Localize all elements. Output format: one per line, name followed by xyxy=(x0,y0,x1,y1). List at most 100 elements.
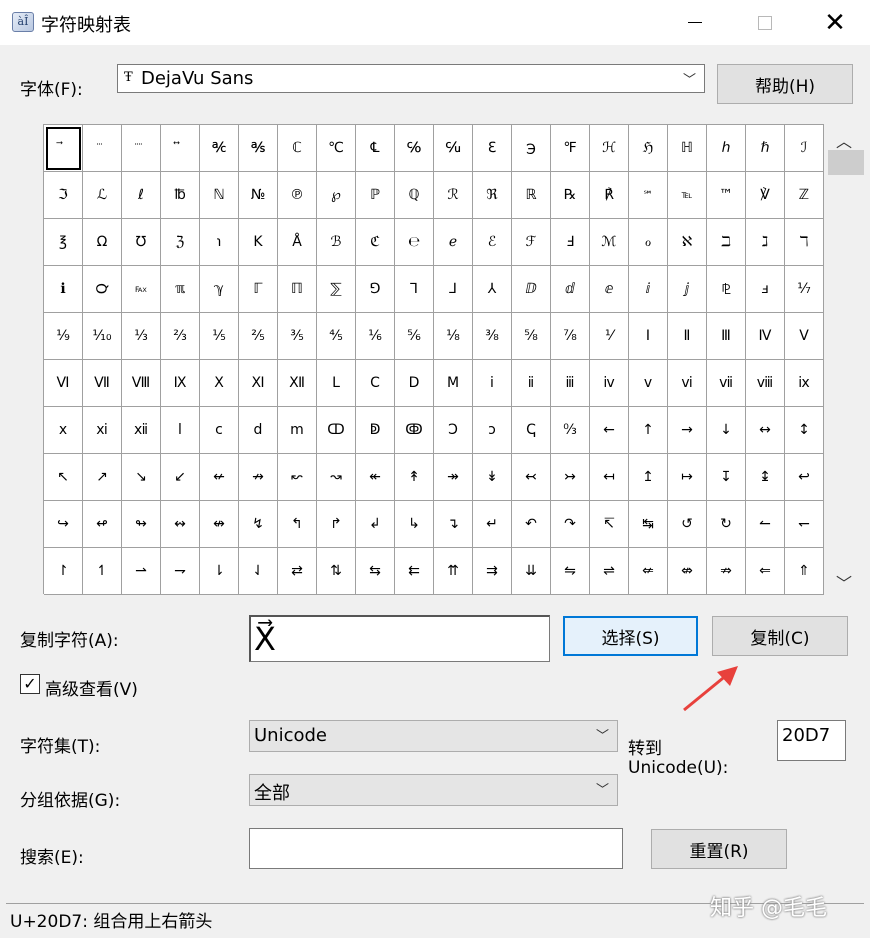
char-cell[interactable]: ℞ xyxy=(551,172,590,219)
char-cell[interactable]: ⅸ xyxy=(785,360,824,407)
char-cell[interactable]: ↖ xyxy=(44,454,83,501)
char-cell[interactable]: ℱ xyxy=(512,219,551,266)
char-cell[interactable]: ℅ xyxy=(395,125,434,172)
char-cell[interactable]: ⅿ xyxy=(278,407,317,454)
char-cell[interactable]: ↻ xyxy=(707,501,746,548)
char-cell[interactable]: ⅘ xyxy=(317,313,356,360)
char-cell[interactable]: ⅅ xyxy=(512,266,551,313)
char-cell[interactable]: Ⅶ xyxy=(83,360,122,407)
char-cell[interactable]: ℤ xyxy=(785,172,824,219)
char-cell[interactable]: ⇈ xyxy=(434,548,473,595)
char-cell[interactable]: ⇑ xyxy=(785,548,824,595)
select-button[interactable]: 选择(S) xyxy=(563,616,698,656)
char-cell[interactable]: ⅽ xyxy=(200,407,239,454)
char-cell[interactable]: ⅛ xyxy=(434,313,473,360)
char-cell[interactable]: ⇎ xyxy=(668,548,707,595)
char-cell[interactable]: Ⅹ xyxy=(200,360,239,407)
font-dropdown[interactable]: Ŧ DejaVu Sans ﹀ xyxy=(117,64,705,93)
char-cell[interactable]: ℄ xyxy=(356,125,395,172)
char-cell[interactable]: ℂ xyxy=(278,125,317,172)
char-cell[interactable]: ⇉ xyxy=(473,548,512,595)
char-cell[interactable]: ↟ xyxy=(395,454,434,501)
char-cell[interactable]: ℀ xyxy=(200,125,239,172)
char-cell[interactable]: ⃜ xyxy=(122,125,161,172)
char-cell[interactable]: ⅷ xyxy=(746,360,785,407)
char-cell[interactable]: ⅱ xyxy=(512,360,551,407)
char-cell[interactable]: Å xyxy=(278,219,317,266)
char-cell[interactable]: ↓ xyxy=(707,407,746,454)
char-cell[interactable]: ℧ xyxy=(122,219,161,266)
char-cell[interactable]: ℷ xyxy=(746,219,785,266)
char-cell[interactable]: ⇇ xyxy=(395,548,434,595)
char-cell[interactable]: ℔ xyxy=(161,172,200,219)
char-cell[interactable]: ℻ xyxy=(122,266,161,313)
close-button[interactable]: ✕ xyxy=(800,0,870,45)
char-cell[interactable]: ↣ xyxy=(551,454,590,501)
char-cell[interactable]: ⅓ xyxy=(122,313,161,360)
char-cell[interactable]: ℠ xyxy=(629,172,668,219)
char-cell[interactable]: ↚ xyxy=(200,454,239,501)
char-cell[interactable]: ℭ xyxy=(356,219,395,266)
char-cell[interactable]: Ⅴ xyxy=(785,313,824,360)
char-cell[interactable]: ℒ xyxy=(83,172,122,219)
char-cell[interactable]: ⅁ xyxy=(356,266,395,313)
char-cell[interactable]: ⇏ xyxy=(707,548,746,595)
char-cell[interactable]: ℩ xyxy=(200,219,239,266)
char-cell[interactable]: ⇌ xyxy=(590,548,629,595)
char-cell[interactable]: ⅰ xyxy=(473,360,512,407)
group-by-dropdown[interactable]: 全部 ﹀ xyxy=(249,774,618,806)
char-cell[interactable]: ⅵ xyxy=(668,360,707,407)
char-cell[interactable]: Ω xyxy=(83,219,122,266)
char-cell[interactable]: ℐ xyxy=(785,125,824,172)
char-cell[interactable]: ⅇ xyxy=(590,266,629,313)
char-cell[interactable]: ℟ xyxy=(590,172,629,219)
char-cell[interactable]: ↺ xyxy=(668,501,707,548)
char-cell[interactable]: ℳ xyxy=(590,219,629,266)
char-cell[interactable]: ⇋ xyxy=(551,548,590,595)
char-cell[interactable]: ⇄ xyxy=(278,548,317,595)
char-cell[interactable]: ↔ xyxy=(746,407,785,454)
char-cell[interactable]: ↉ xyxy=(551,407,590,454)
charset-dropdown[interactable]: Unicode ﹀ xyxy=(249,720,618,752)
char-cell[interactable]: Ↄ xyxy=(434,407,473,454)
char-cell[interactable]: ℘ xyxy=(317,172,356,219)
char-cell[interactable]: ↼ xyxy=(746,501,785,548)
char-cell[interactable]: Ⅻ xyxy=(278,360,317,407)
char-cell[interactable]: ℵ xyxy=(668,219,707,266)
char-cell[interactable]: ⇁ xyxy=(161,548,200,595)
char-cell[interactable]: ⅺ xyxy=(83,407,122,454)
help-button[interactable]: 帮助(H) xyxy=(717,64,853,104)
char-cell[interactable]: ℋ xyxy=(590,125,629,172)
char-cell[interactable]: ↸ xyxy=(590,501,629,548)
char-cell[interactable]: ⅈ xyxy=(629,266,668,313)
char-cell[interactable]: ↱ xyxy=(317,501,356,548)
char-cell[interactable]: ℹ xyxy=(44,266,83,313)
goto-unicode-input[interactable]: 20D7 xyxy=(777,720,846,761)
char-cell[interactable]: ↠ xyxy=(434,454,473,501)
char-cell[interactable]: Ⅱ xyxy=(668,313,707,360)
char-cell[interactable]: ℑ xyxy=(44,172,83,219)
char-cell[interactable]: ℚ xyxy=(395,172,434,219)
char-cell[interactable]: ⅔ xyxy=(161,313,200,360)
char-cell[interactable]: ↾ xyxy=(44,548,83,595)
char-cell[interactable]: Ⅾ xyxy=(395,360,434,407)
char-cell[interactable]: ↲ xyxy=(356,501,395,548)
char-cell[interactable]: Ⅵ xyxy=(44,360,83,407)
char-cell[interactable]: ↦ xyxy=(668,454,707,501)
char-cell[interactable]: Ⅼ xyxy=(317,360,356,407)
char-cell[interactable]: ↴ xyxy=(434,501,473,548)
char-cell[interactable]: ↵ xyxy=(473,501,512,548)
char-cell[interactable]: ↕ xyxy=(785,407,824,454)
char-cell[interactable]: ™ xyxy=(707,172,746,219)
char-cell[interactable]: ↷ xyxy=(551,501,590,548)
char-cell[interactable]: ⅞ xyxy=(551,313,590,360)
char-cell[interactable]: ⅖ xyxy=(239,313,278,360)
copy-chars-input[interactable]: X⃗ xyxy=(249,615,550,662)
char-cell[interactable]: K xyxy=(239,219,278,266)
char-cell[interactable]: ℜ xyxy=(473,172,512,219)
char-cell[interactable]: ↬ xyxy=(122,501,161,548)
char-cell[interactable]: ⃛ xyxy=(83,125,122,172)
char-cell[interactable]: ⅎ xyxy=(746,266,785,313)
char-cell[interactable]: ↩ xyxy=(785,454,824,501)
char-cell[interactable]: ⅃ xyxy=(434,266,473,313)
